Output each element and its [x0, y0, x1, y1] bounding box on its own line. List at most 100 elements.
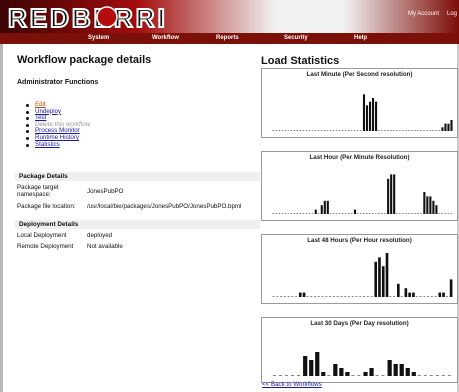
chart-zero-mark [411, 213, 413, 214]
chart-zero-mark [365, 213, 368, 214]
chart-zero-mark [446, 296, 448, 297]
chart-zero-mark [338, 213, 341, 214]
chart-zero-mark [290, 213, 293, 214]
chart-zero-mark [390, 130, 392, 131]
chart-zero-mark [281, 213, 284, 214]
chart-bar [345, 372, 350, 376]
load-statistics-title: Load Statistics [261, 55, 340, 67]
chart-zero-mark [272, 375, 276, 376]
chart-bar [393, 174, 396, 214]
chart-zero-mark [402, 130, 404, 131]
chart-bar [387, 178, 390, 214]
local-deployment-label: Local Deployment [17, 232, 67, 239]
chart-last-minute [272, 94, 453, 131]
chart-zero-mark [366, 296, 369, 297]
chart-zero-mark [272, 296, 275, 297]
chart-title: Last Minute (Per Second resolution) [306, 71, 413, 78]
nav-system[interactable]: System [88, 35, 109, 41]
chart-zero-mark [321, 296, 324, 297]
chart-zero-mark [396, 130, 398, 131]
chart-bar [374, 261, 378, 297]
chart-zero-mark [293, 213, 296, 214]
deployment-details-heading: Deployment Details [15, 220, 260, 229]
chart-bar [314, 209, 317, 214]
chart-bar [365, 105, 369, 131]
chart-zero-mark [363, 296, 365, 297]
chart-zero-mark [323, 130, 326, 131]
chart-zero-mark [276, 296, 279, 297]
chart-zero-mark [293, 130, 296, 131]
chart-zero-mark [389, 296, 392, 297]
chart-zero-mark [332, 213, 335, 214]
chart-zero-mark [378, 213, 380, 214]
chart-zero-mark [332, 130, 335, 131]
chart-zero-mark [438, 213, 440, 214]
chart-zero-mark [305, 130, 308, 131]
redberri-logo[interactable]: REDBERRI [6, 4, 231, 30]
chart-bar [315, 352, 320, 376]
chart-bar [333, 364, 338, 376]
chart-zero-mark [314, 296, 316, 297]
chart-zero-mark [295, 296, 298, 297]
chart-zero-mark [310, 296, 313, 297]
chart-zero-mark [287, 213, 290, 214]
statistics-link[interactable]: Statistics [35, 141, 60, 148]
chart-zero-mark [411, 130, 413, 131]
chart-zero-mark [335, 213, 338, 214]
chart-zero-mark [329, 130, 332, 131]
chart-zero-mark [420, 213, 422, 214]
chart-panel-last-48-hours: Last 48 Hours (Per Hour resolution) [261, 234, 458, 304]
chart-zero-mark [370, 296, 373, 297]
back-to-workflows-link[interactable]: << Back to Workflows [262, 381, 322, 388]
chart-zero-mark [335, 130, 338, 131]
chart-zero-mark [447, 213, 449, 214]
chart-zero-mark [351, 296, 354, 297]
chart-title: Last 30 Days (Per Day resolution) [310, 320, 409, 327]
chart-bar [412, 292, 415, 297]
chart-zero-mark [384, 213, 386, 214]
chart-bar [323, 200, 326, 214]
chart-zero-mark [357, 375, 361, 376]
chart-zero-mark [423, 130, 425, 131]
chart-zero-mark [278, 130, 280, 131]
chart-bar [449, 279, 453, 297]
chart-zero-mark [317, 130, 320, 131]
nav-security[interactable]: Security [284, 35, 308, 41]
chart-zero-mark [299, 213, 302, 214]
chart-zero-mark [272, 130, 274, 131]
logout-link[interactable]: Log [447, 11, 457, 17]
chart-zero-mark [350, 130, 353, 131]
chart-panel-last-hour: Last Hour (Per Minute Resolution) [261, 151, 458, 221]
my-account-link[interactable]: My Account [408, 11, 439, 17]
nav-workflow[interactable]: Workflow [152, 35, 179, 41]
chart-zero-mark [375, 213, 377, 214]
left-frame-border [0, 44, 3, 392]
chart-zero-mark [356, 130, 359, 131]
chart-bar [298, 292, 302, 297]
chart-zero-mark [356, 213, 359, 214]
package-file-value: /usr/local/bie/packages/JonesPubPO/Jones… [87, 203, 242, 210]
nav-reports[interactable]: Reports [216, 35, 239, 41]
chart-zero-mark [393, 296, 396, 297]
chart-bar [309, 360, 314, 376]
nav-help[interactable]: Help [354, 35, 367, 41]
chart-zero-mark [420, 130, 422, 131]
chart-bar [423, 192, 426, 214]
chart-zero-mark [408, 213, 410, 214]
chart-bar [326, 200, 329, 214]
chart-zero-mark [384, 130, 386, 131]
chart-zero-mark [368, 213, 371, 214]
chart-bar [399, 364, 404, 376]
chart-bar [385, 253, 389, 297]
chart-bar [368, 101, 372, 131]
chart-zero-mark [280, 296, 282, 297]
chart-bar [320, 205, 323, 214]
chart-zero-mark [429, 375, 433, 376]
chart-zero-mark [450, 213, 452, 214]
chart-zero-mark [305, 213, 308, 214]
chart-zero-mark [353, 130, 356, 131]
chart-bar [450, 120, 453, 131]
chart-zero-mark [351, 375, 355, 376]
chart-bar [411, 372, 416, 376]
chart-bar [441, 127, 444, 131]
